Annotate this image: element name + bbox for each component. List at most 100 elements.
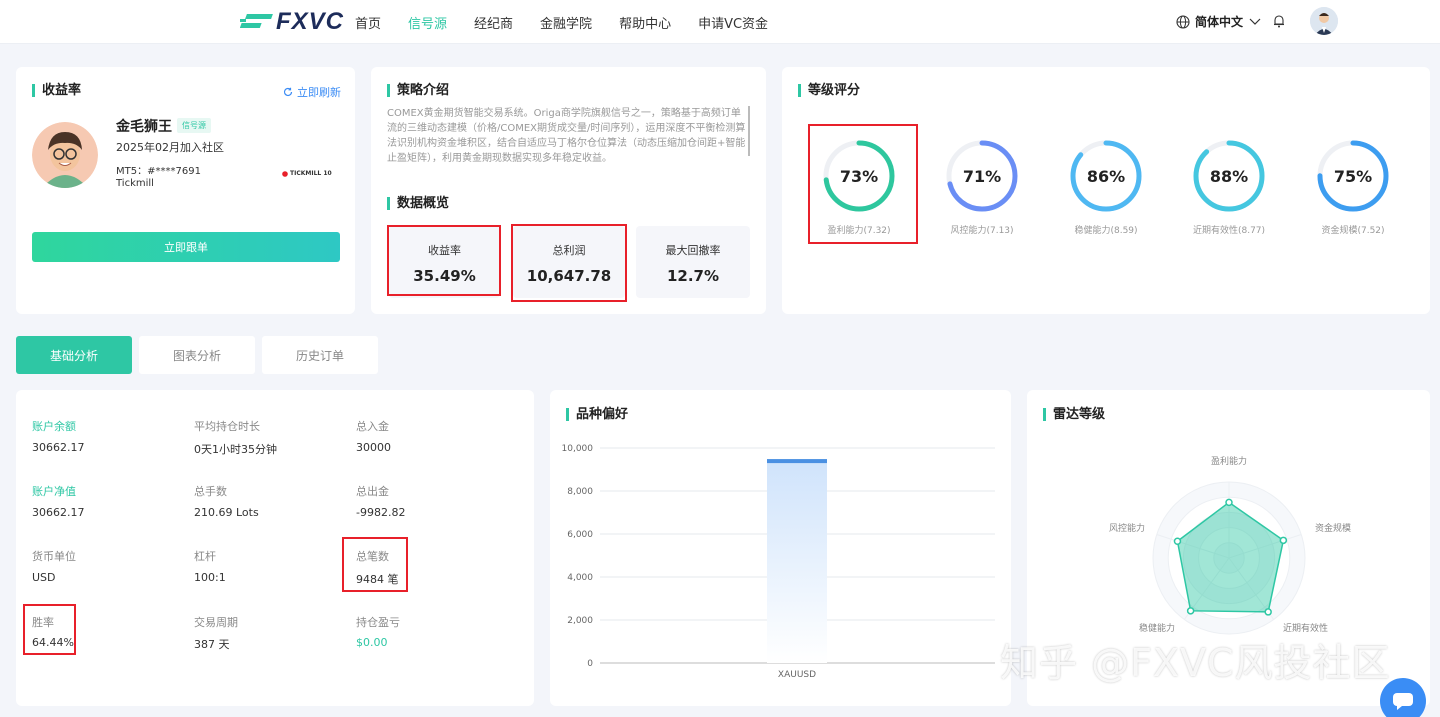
y-tick-label: 4,000 xyxy=(567,573,593,583)
nav-home[interactable]: 首页 xyxy=(355,13,381,32)
tab-order-history[interactable]: 历史订单 xyxy=(262,336,378,374)
profile-title: 收益率 xyxy=(32,84,81,97)
account-balance-value: 30662.17 xyxy=(32,441,85,454)
language-selector[interactable]: 简体中文 xyxy=(1176,13,1261,30)
stat-drawdown-value: 12.7% xyxy=(666,267,720,285)
rating-label: 资金规模(7.52) xyxy=(1321,226,1385,236)
tab-basic-analysis[interactable]: 基础分析 xyxy=(16,336,132,374)
floating-label: 持仓盈亏 xyxy=(356,616,400,629)
logo[interactable]: FXVC xyxy=(240,8,344,36)
stat-drawdown: 最大回撤率 12.7% xyxy=(636,226,750,298)
tab-chart-analysis[interactable]: 图表分析 xyxy=(139,336,255,374)
overview-title: 数据概览 xyxy=(387,197,449,210)
nav-help[interactable]: 帮助中心 xyxy=(619,13,671,32)
x-tick-label: XAUUSD xyxy=(778,670,816,680)
trader-name: 金毛狮王 xyxy=(116,119,172,135)
mt5-account: MT5：#****7691 xyxy=(116,166,201,177)
rating-ring: 71% xyxy=(944,138,1020,214)
user-avatar-icon xyxy=(1310,7,1338,35)
leverage-value: 100:1 xyxy=(194,571,226,584)
rating-ring: 88% xyxy=(1191,138,1267,214)
period-value: 387 天 xyxy=(194,638,230,651)
radar-title: 雷达等级 xyxy=(1043,408,1105,421)
watermark: 知乎 @FXVC风投社区 xyxy=(1000,641,1391,685)
trader-avatar-icon xyxy=(32,122,98,188)
rating-label: 风控能力(7.13) xyxy=(950,226,1014,236)
logo-text: FXVC xyxy=(276,8,345,35)
bell-icon[interactable] xyxy=(1273,14,1285,28)
highlight-box-rating xyxy=(808,124,918,244)
equity-value: 30662.17 xyxy=(32,506,85,519)
radar-axis-label: 风控能力 xyxy=(1109,522,1145,534)
deposit-value: 30000 xyxy=(356,441,391,454)
strategy-description: COMEX黄金期货智能交易系统。Origa商学院旗舰信号之一，策略基于高频订单流… xyxy=(387,108,746,164)
lots-label: 总手数 xyxy=(194,485,227,498)
refresh-button[interactable]: 立即刷新 xyxy=(283,84,341,100)
rating-label: 近期有效性(8.77) xyxy=(1192,226,1266,236)
nav-signals[interactable]: 信号源 xyxy=(408,13,447,32)
account-balance-label: 账户余额 xyxy=(32,420,76,433)
refresh-icon xyxy=(283,87,293,97)
refresh-label: 立即刷新 xyxy=(297,86,341,99)
lots-value: 210.69 Lots xyxy=(194,506,259,519)
highlight-box-trades xyxy=(342,537,408,592)
highlight-box-return xyxy=(387,225,501,296)
radar-point xyxy=(1173,537,1182,546)
basics-card xyxy=(16,390,534,706)
period-label: 交易周期 xyxy=(194,616,238,629)
logo-mark-icon xyxy=(240,14,273,28)
y-tick-label: 0 xyxy=(587,659,593,669)
rating-title: 等级评分 xyxy=(798,84,860,97)
leverage-label: 杠杆 xyxy=(194,550,216,563)
highlight-box-profit xyxy=(511,224,627,302)
chat-icon xyxy=(1393,693,1413,710)
rating-value: 86% xyxy=(1086,166,1126,186)
main-nav: 首页 信号源 经纪商 金融学院 帮助中心 申请VC资金 xyxy=(355,0,795,44)
currency-label: 货币单位 xyxy=(32,550,76,563)
radar-axis-label: 盈利能力 xyxy=(1211,455,1247,467)
follow-button[interactable]: 立即跟单 xyxy=(32,232,340,262)
preference-chart: 0 2,000 4,000 6,000 8,000 10,000 XAUUSD xyxy=(562,444,995,680)
avg-hold-label: 平均持仓时长 xyxy=(194,420,260,433)
trader-avatar xyxy=(32,122,98,188)
y-tick-label: 10,000 xyxy=(562,444,594,454)
radar-point xyxy=(1225,498,1233,507)
globe-icon xyxy=(1176,14,1190,29)
description-scrollbar[interactable] xyxy=(748,106,750,156)
y-tick-label: 8,000 xyxy=(567,487,593,497)
highlight-box-winrate xyxy=(23,604,76,655)
radar-point xyxy=(1186,607,1195,615)
tickmill-mark-icon xyxy=(282,170,288,177)
radar-point xyxy=(1279,536,1288,545)
top-navbar: FXVC 首页 信号源 经纪商 金融学院 帮助中心 申请VC资金 简体中文 xyxy=(0,0,1440,44)
y-tick-label: 2,000 xyxy=(567,616,593,626)
stat-drawdown-label: 最大回撤率 xyxy=(665,244,721,257)
broker-logo-text: TICKMILL 10 xyxy=(290,170,332,177)
rating-value: 71% xyxy=(962,166,1002,186)
floating-value: $0.00 xyxy=(356,636,388,649)
strategy-title: 策略介绍 xyxy=(387,84,449,97)
signal-tag: 信号源 xyxy=(177,118,211,133)
nav-brokers[interactable]: 经纪商 xyxy=(474,13,513,32)
user-avatar[interactable] xyxy=(1310,7,1338,35)
rating-value: 88% xyxy=(1209,166,1249,186)
avg-hold-value: 0天1小时35分钟 xyxy=(194,443,277,456)
radar-axis-label: 资金规模 xyxy=(1315,522,1351,534)
nav-apply-funds[interactable]: 申请VC资金 xyxy=(698,13,768,32)
rating-ring: 75% xyxy=(1315,138,1391,214)
language-label: 简体中文 xyxy=(1195,15,1244,29)
bar xyxy=(767,459,827,663)
preference-title: 品种偏好 xyxy=(566,408,628,421)
joined-date: 2025年02月加入社区 xyxy=(116,141,224,154)
withdraw-value: -9982.82 xyxy=(356,506,406,519)
nav-academy[interactable]: 金融学院 xyxy=(540,13,592,32)
chat-button[interactable] xyxy=(1380,678,1426,717)
profile-card xyxy=(16,67,355,314)
y-tick-label: 6,000 xyxy=(567,530,593,540)
rating-value: 75% xyxy=(1333,166,1373,186)
radar-point xyxy=(1264,608,1272,616)
bar-top xyxy=(767,459,827,464)
deposit-label: 总入金 xyxy=(356,420,389,433)
equity-label: 账户净值 xyxy=(32,485,76,498)
chevron-down-icon xyxy=(1249,18,1261,25)
